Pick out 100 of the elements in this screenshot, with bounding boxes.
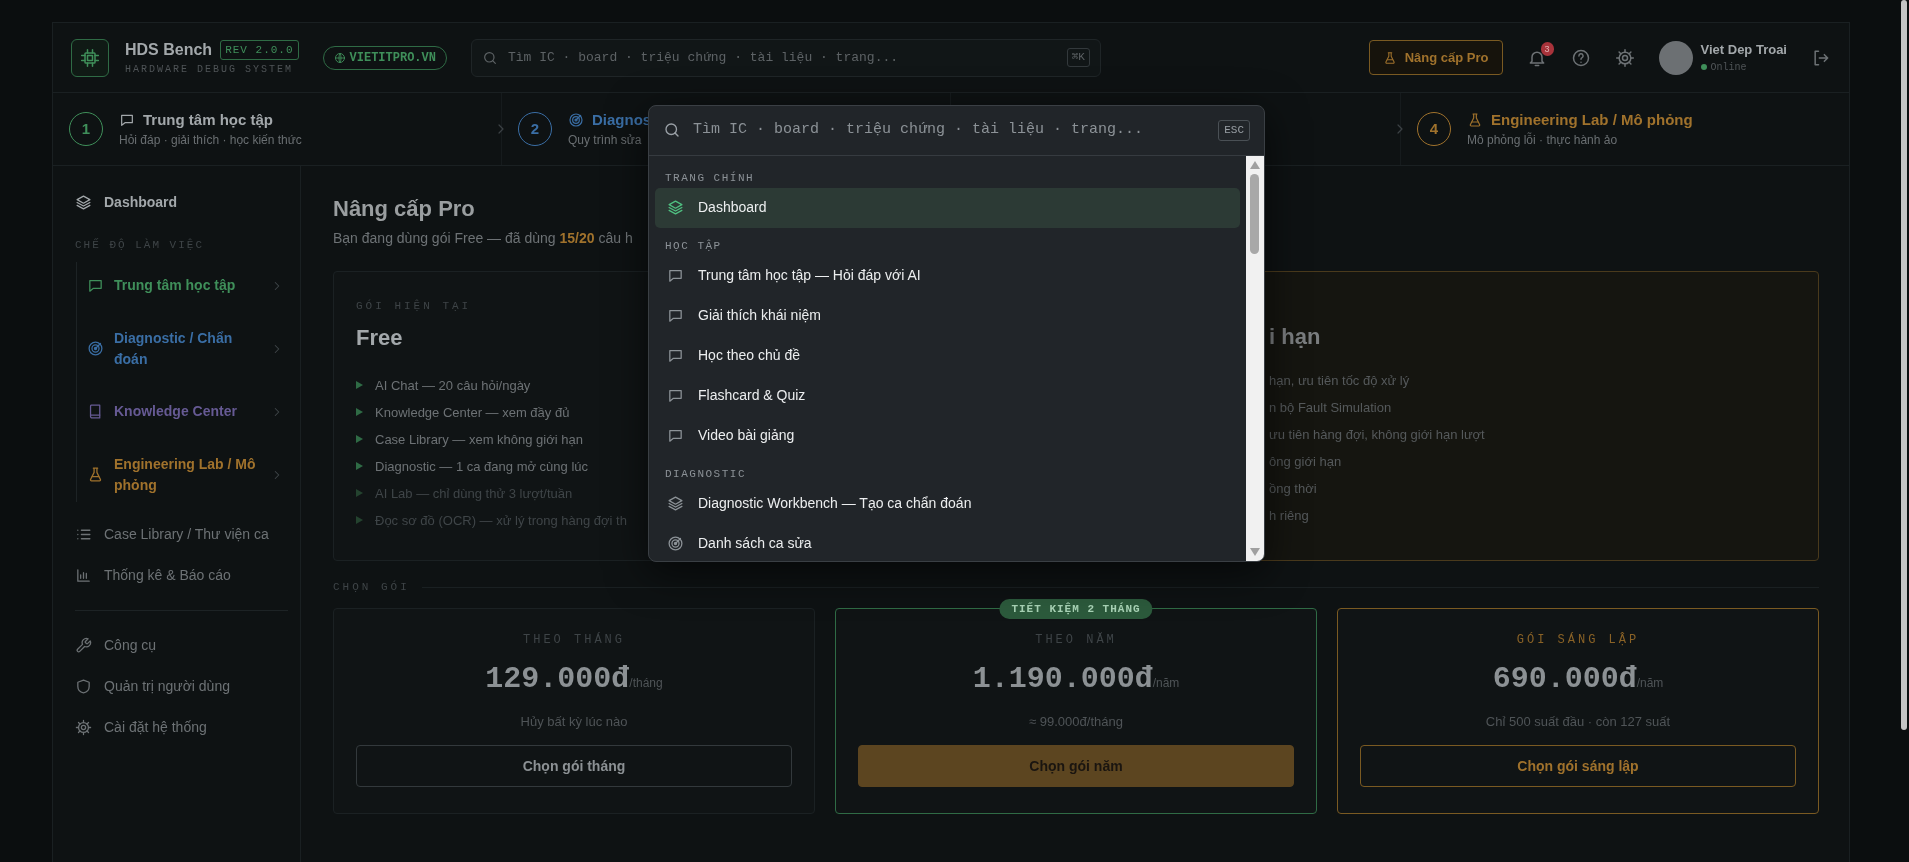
layers-icon — [667, 199, 684, 217]
flask-icon — [1382, 50, 1397, 65]
palette-item[interactable]: Trung tâm học tập — Hỏi đáp với AI — [655, 255, 1240, 296]
step-subtitle: Mô phỏng lỗi · thực hành ảo — [1467, 131, 1619, 150]
bullet-icon — [356, 435, 363, 444]
bullet-icon — [356, 408, 363, 417]
search-bar[interactable]: Tìm IC · board · triệu chứng · tài liệu · trang... ⌘K — [470, 38, 1101, 77]
step-tab[interactable]: 4 Engineering Lab / Mô phỏng Mô phỏng lỗi · thực hành ảo — [1400, 93, 1849, 165]
settings-icon — [75, 718, 92, 736]
search-icon — [481, 49, 498, 66]
bullet-icon — [356, 462, 363, 471]
step-subtitle: Hỏi đáp · giải thích · học kiến thức — [119, 132, 302, 150]
palette-item[interactable]: Video bài giảng — [655, 415, 1240, 456]
globe-icon — [333, 51, 346, 64]
feature-item: n bộ Fault Simulation — [1269, 399, 1393, 418]
sidebar-item[interactable]: Công cụ — [65, 624, 288, 666]
layers-icon — [75, 194, 92, 211]
flask-icon — [1467, 112, 1483, 128]
chip-icon — [80, 47, 100, 68]
palette-item[interactable]: Giải thích khái niệm — [655, 295, 1240, 336]
chat-icon — [87, 277, 104, 294]
user-name: Viet Dep Troai — [1700, 41, 1787, 60]
step-title: Diagnos — [592, 109, 652, 130]
scrollbar[interactable] — [1901, 0, 1907, 730]
scroll-thumb[interactable] — [1250, 173, 1259, 254]
choose-plan-button[interactable]: Chọn gói tháng — [356, 745, 792, 788]
shield-icon — [75, 677, 92, 695]
plan-name: Free — [356, 323, 403, 352]
choose-plan-button[interactable]: Chọn gói sáng lập — [1360, 745, 1796, 788]
target-icon — [568, 112, 584, 128]
price-unit: /tháng — [629, 675, 663, 690]
bullet-icon — [356, 489, 363, 498]
brand-tagline: HARDWARE DEBUG SYSTEM — [125, 63, 295, 77]
chat-icon — [667, 307, 684, 325]
search-input[interactable]: Tìm IC · board · triệu chứng · tài liệu · trang... — [505, 46, 1059, 69]
mode-label: Diagnostic / Chẩn đoán — [114, 328, 234, 369]
step-subtitle: Quy trình sửa — [568, 132, 643, 150]
plan-note: Hủy bất kỳ lúc nào — [519, 712, 629, 731]
search-input[interactable]: Tìm IC · board · triệu chứng · tài liệu · trang... — [691, 118, 1209, 143]
sidebar-item[interactable]: Quản trị người dùng — [65, 665, 288, 707]
feature-item: ông giới hạn — [1269, 453, 1343, 472]
arrow-up-icon[interactable] — [1249, 159, 1261, 170]
palette-item[interactable]: Dashboard — [655, 187, 1240, 228]
price: 1.190.000đ — [972, 661, 1153, 696]
page-subtitle: Bạn đang dùng gói Free — đã dùng 15/20 câu h — [333, 229, 633, 249]
settings-icon[interactable] — [1614, 47, 1635, 68]
bullet-icon — [356, 381, 363, 390]
plan-name: i hạn — [1269, 323, 1321, 352]
feature-item: ồng thời — [1269, 480, 1318, 499]
mode-item[interactable]: Diagnostic / Chẩn đoán — [77, 321, 288, 376]
sidebar-item[interactable]: Case Library / Thư viện ca — [65, 513, 288, 555]
palette-search-bar[interactable]: Tìm IC · board · triệu chứng · tài liệu · trang... ESC — [649, 106, 1264, 156]
upgrade-button[interactable]: Nâng cấp Pro — [1368, 39, 1503, 76]
plan-note: ≈ 99.000đ/tháng — [1028, 712, 1124, 731]
sidebar-item[interactable]: Thống kê & Báo cáo — [65, 554, 288, 596]
palette-item[interactable]: Học theo chủ đề — [655, 335, 1240, 376]
wrench-icon — [75, 636, 92, 654]
mode-label: Knowledge Center — [114, 402, 237, 421]
version-tag: REV 2.0.0 — [220, 39, 299, 61]
group-label: DIAGNOSTIC — [664, 466, 747, 482]
mode-label: Trung tâm học tập — [114, 276, 236, 295]
bullet-icon — [356, 516, 363, 525]
online-dot — [1700, 64, 1707, 71]
logo[interactable] — [71, 38, 109, 77]
plan-note: Chỉ 500 suất đầu · còn 127 suất — [1484, 712, 1672, 731]
price-unit: /năm — [1152, 675, 1180, 690]
plan-label: GÓI SÁNG LẬP — [1515, 631, 1641, 649]
mode-item[interactable]: Knowledge Center — [77, 387, 288, 436]
user-status: Online — [1710, 60, 1747, 75]
target-icon — [667, 535, 684, 553]
mode-item[interactable]: Engineering Lab / Mô phỏng — [77, 447, 288, 502]
sidebar-item[interactable]: Dashboard — [65, 182, 288, 223]
group-label: TRANG CHÍNH — [664, 170, 756, 186]
mode-item[interactable]: Trung tâm học tập — [77, 261, 288, 310]
feature-item: hạn, ưu tiên tốc độ xử lý — [1269, 372, 1411, 391]
bar-chart-icon — [75, 566, 92, 584]
feature-item: ưu tiên hàng đợi, không giới hạn lượt — [1269, 426, 1486, 445]
layers-icon — [667, 495, 684, 513]
help-icon[interactable] — [1570, 47, 1591, 68]
price: 129.000đ — [485, 661, 630, 696]
step-title: Engineering Lab / Mô phỏng — [1491, 109, 1693, 130]
shortcut-key: ⌘K — [1066, 48, 1090, 67]
arrow-down-icon[interactable] — [1249, 547, 1261, 557]
step-title: Trung tâm học tập — [143, 109, 273, 130]
feature-item: h riêng — [1269, 507, 1310, 526]
shortcut-key: ESC — [1218, 120, 1250, 141]
brand-name: HDS Bench — [125, 40, 213, 60]
scrollbar[interactable] — [1246, 155, 1264, 561]
notification-badge: 3 — [1540, 41, 1554, 56]
chat-icon — [667, 347, 684, 365]
target-icon — [87, 340, 104, 357]
palette-item[interactable]: Danh sách ca sửa — [655, 523, 1240, 561]
avatar[interactable] — [1658, 40, 1693, 75]
group-label: HỌC TẬP — [664, 238, 723, 254]
chat-icon — [667, 267, 684, 285]
flask-icon — [87, 466, 104, 483]
step-tab[interactable]: 1 Trung tâm học tập Hỏi đáp · giải thích · học kiến thức — [53, 93, 502, 165]
page-title: Nâng cấp Pro — [333, 196, 475, 223]
sidebar-item[interactable]: Cài đặt hệ thống — [65, 706, 288, 748]
price: 690.000đ — [1492, 661, 1637, 696]
